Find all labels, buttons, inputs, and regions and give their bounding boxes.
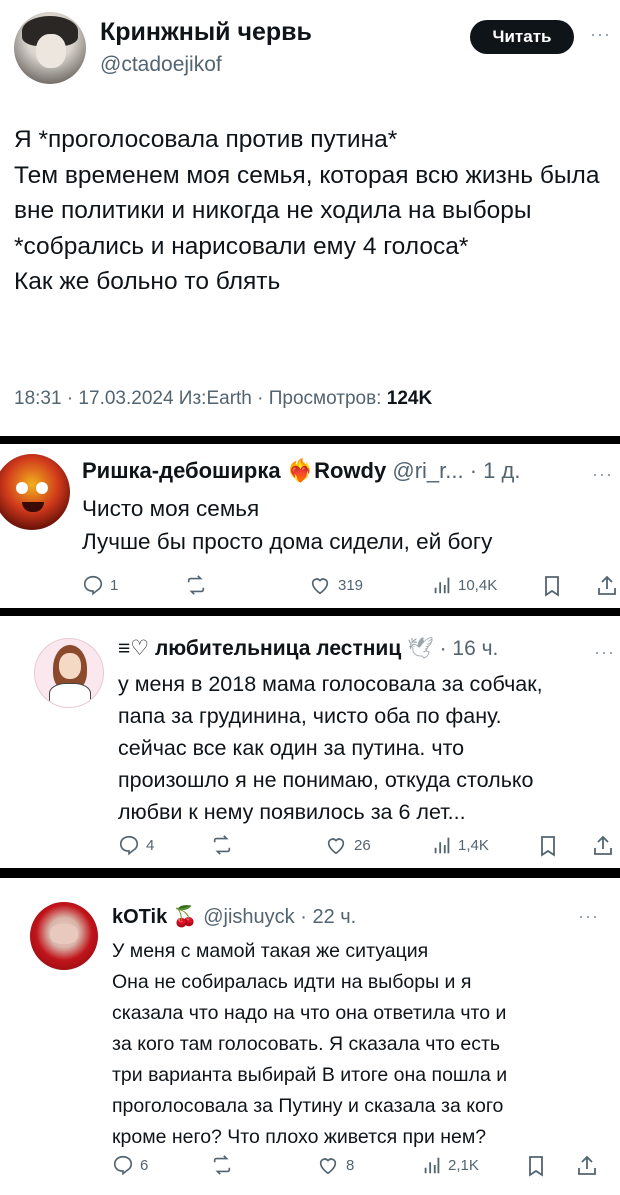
views-icon <box>434 577 450 594</box>
heart-icon <box>327 838 345 855</box>
views-count: 1,4K <box>458 836 489 854</box>
reply-button[interactable]: 6 <box>112 1154 148 1176</box>
bookmark-icon <box>545 576 559 597</box>
reply-tweet[interactable]: ≡♡ любительница лестниц 🕊 · 16 ч. ··· у … <box>0 616 620 868</box>
reply-author-name[interactable]: kOTik <box>112 906 167 928</box>
divider <box>0 868 620 878</box>
more-icon[interactable]: ··· <box>578 906 599 927</box>
reply-handle-time: @ri_r... · 1 д. <box>392 458 521 483</box>
bookmark-icon <box>529 1156 543 1177</box>
views-button[interactable]: 1,4K <box>432 834 489 856</box>
reply-text: у меня в 2018 мама голосовала за собчак,… <box>118 672 543 824</box>
repost-icon <box>213 1155 231 1175</box>
reply-count: 1 <box>110 576 119 594</box>
share-icon <box>578 1155 596 1175</box>
reply-author-suffix[interactable]: Rowdy <box>314 458 386 483</box>
views-button[interactable]: 10,4K <box>432 574 497 596</box>
views-button[interactable]: 2,1K <box>422 1154 479 1176</box>
reply-author-name[interactable]: любительница лестниц <box>155 637 401 660</box>
main-tweet: Кринжный червь @ctadoejikof Читать ··· Я… <box>0 0 620 436</box>
author-avatar[interactable] <box>14 12 86 84</box>
action-bar: 6 8 2,1K <box>112 1154 620 1184</box>
views-icon <box>424 1157 440 1174</box>
share-button[interactable] <box>592 834 620 858</box>
bookmark-button[interactable] <box>542 574 568 598</box>
more-icon[interactable]: ··· <box>590 24 611 45</box>
reply-button[interactable]: 1 <box>82 574 118 596</box>
bookmark-icon <box>541 836 555 857</box>
avatar[interactable] <box>0 454 70 530</box>
views-count: 124K <box>386 388 433 409</box>
author-handle[interactable]: @ctadoejikof <box>100 53 222 77</box>
repost-button[interactable] <box>210 834 240 856</box>
repost-button[interactable] <box>184 574 214 596</box>
cherry-icon: 🍒 <box>167 906 204 928</box>
dove-icon: 🕊 <box>401 637 440 660</box>
reply-icon <box>119 835 139 856</box>
views-count: 10,4K <box>458 576 498 594</box>
reply-handle-time: · 16 ч. <box>439 637 499 660</box>
share-button[interactable] <box>576 1154 604 1178</box>
reply-header: Ришка-дебоширка ❤‍🔥Rowdy @ri_r... · 1 д. <box>82 458 520 484</box>
reply-count: 4 <box>146 836 155 854</box>
reply-text: У меня с мамой такая же ситуация Она не … <box>112 940 508 1148</box>
like-button[interactable]: 26 <box>324 834 371 856</box>
bookmark-button[interactable] <box>538 834 564 858</box>
share-button[interactable] <box>596 574 620 598</box>
like-count: 319 <box>338 576 364 594</box>
share-icon <box>594 835 612 855</box>
like-count: 26 <box>354 836 371 854</box>
bookmark-button[interactable] <box>526 1154 552 1178</box>
reply-tweet[interactable]: kOTik 🍒 @jishuyck · 22 ч. ··· У меня с м… <box>0 878 620 1195</box>
like-count: 8 <box>346 1156 355 1174</box>
name-prefix-icon: ≡♡ <box>118 637 150 660</box>
action-bar: 1 319 10,4K <box>82 574 620 604</box>
reply-author-name[interactable]: Ришка-дебоширка <box>82 458 281 483</box>
tweet-text: Я *проголосовала против путина* Тем врем… <box>14 126 600 295</box>
avatar[interactable] <box>30 902 98 970</box>
share-icon <box>598 575 616 595</box>
more-icon[interactable]: ··· <box>592 464 613 485</box>
views-icon <box>434 837 450 854</box>
more-icon[interactable]: ··· <box>594 642 615 663</box>
reply-button[interactable]: 4 <box>118 834 154 856</box>
reply-text: Чисто моя семья Лучше бы просто дома сид… <box>82 496 493 554</box>
reply-header: ≡♡ любительница лестниц 🕊 · 16 ч. <box>118 636 498 661</box>
reply-header: kOTik 🍒 @jishuyck · 22 ч. <box>112 904 356 929</box>
avatar[interactable] <box>34 638 104 708</box>
reply-icon <box>83 575 103 596</box>
tweet-timestamp: 18:31 · 17.03.2024 Из:Earth · Просмотров… <box>14 388 387 409</box>
author-name[interactable]: Кринжный червь <box>100 18 312 47</box>
views-count: 2,1K <box>448 1156 479 1174</box>
divider <box>0 436 620 444</box>
read-button[interactable]: Читать <box>470 20 574 54</box>
tweet-meta: 18:31 · 17.03.2024 Из:Earth · Просмотров… <box>14 388 432 410</box>
reply-count: 6 <box>140 1156 149 1174</box>
like-button[interactable]: 8 <box>316 1154 354 1176</box>
reply-tweet[interactable]: Ришка-дебоширка ❤‍🔥Rowdy @ri_r... · 1 д.… <box>0 444 620 608</box>
action-bar: 4 26 1,4K <box>118 834 620 864</box>
repost-button[interactable] <box>210 1154 240 1176</box>
divider <box>0 608 620 616</box>
reply-handle-time: @jishuyck · 22 ч. <box>203 906 357 928</box>
repost-icon <box>187 575 205 595</box>
like-button[interactable]: 319 <box>308 574 363 596</box>
repost-icon <box>213 835 231 855</box>
reply-icon <box>113 1155 133 1176</box>
heart-icon <box>319 1158 337 1175</box>
heart-icon: ❤‍🔥 <box>280 458 315 483</box>
heart-icon <box>311 578 329 595</box>
